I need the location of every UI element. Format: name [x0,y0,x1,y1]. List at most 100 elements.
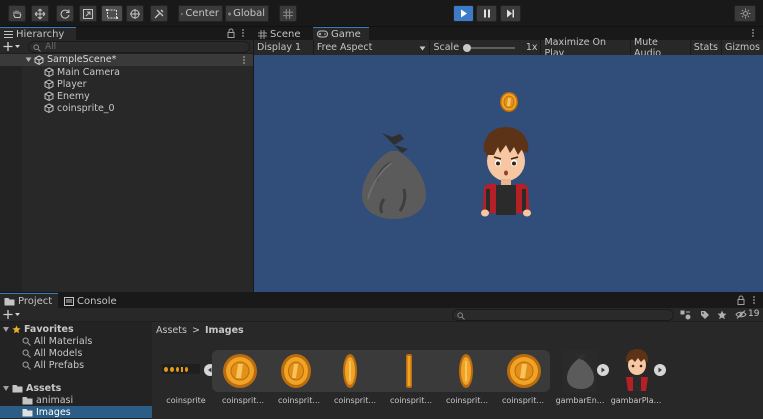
favorite-all-materials[interactable]: All Materials [22,336,92,347]
project-panel: Project Console 19 Favorites All Materia… [0,293,763,419]
gameobject-cube-icon [44,91,54,101]
player-sprite-thumbnail[interactable] [622,348,652,392]
tab-hierarchy[interactable]: Hierarchy [0,27,76,40]
stats-toggle[interactable]: Stats [691,42,721,53]
enemy-sprite-thumbnail[interactable] [563,350,597,392]
breadcrumb-current: Images [204,325,244,336]
rotate-icon [60,9,70,19]
favorites-label: Favorites [24,324,74,335]
display-dropdown[interactable]: Display 1 [254,42,313,53]
hidden-packages-toggle[interactable]: 19 [735,309,759,319]
favorite-all-models[interactable]: All Models [22,348,82,359]
main-toolbar: Center Global [0,0,763,27]
hierarchy-item-enemy[interactable]: Enemy [44,90,90,102]
hierarchy-tab-label: Hierarchy [16,28,65,40]
play-icon [460,9,467,18]
gameobject-cube-icon [44,79,54,89]
chevron-right-icon [658,367,662,373]
transform-tool-button[interactable] [126,5,144,22]
hierarchy-item-coinsprite[interactable]: coinsprite_0 [44,102,115,114]
scene-row[interactable]: SampleScene* [0,54,253,66]
more-menu-icon[interactable] [241,28,247,39]
scale-slider[interactable]: Scale 1x [430,42,540,53]
create-add-button[interactable] [3,40,23,53]
pause-button[interactable] [476,5,497,22]
favorites-header[interactable]: Favorites [3,324,74,335]
rect-tool-button[interactable] [101,5,123,22]
hierarchy-item-main-camera[interactable]: Main Camera [44,66,120,78]
services-button[interactable] [734,5,756,22]
play-button[interactable] [453,5,474,22]
hand-tool-button[interactable] [8,5,26,22]
grid-snap-button[interactable] [279,5,297,22]
list-icon [4,30,13,38]
coin-frame-thumbnail[interactable] [458,353,474,389]
folder-icon [22,409,33,417]
coin-frame-thumbnail[interactable] [280,353,312,389]
folder-label: animasi [36,395,74,406]
tab-game[interactable]: Game [313,27,369,40]
unity-scene-icon [34,55,44,65]
scale-track[interactable] [463,43,516,52]
folder-images[interactable]: Images [22,407,71,418]
game-view[interactable] [254,55,763,292]
asset-label: coinsprite [166,396,206,405]
chevron-right-icon [601,367,605,373]
gameobject-cube-icon [44,67,54,77]
favorite-all-prefabs[interactable]: All Prefabs [22,360,84,371]
project-lock-icon[interactable] [737,295,747,306]
breadcrumb-root[interactable]: Assets [156,325,187,336]
gizmos-toggle[interactable]: Gizmos [722,42,763,53]
hierarchy-search-input[interactable]: All [28,41,250,53]
grid-icon [283,8,293,19]
gamepad-icon [317,30,328,38]
hierarchy-item-label: Enemy [57,90,90,102]
project-more-menu-icon[interactable] [752,295,758,306]
star-icon[interactable] [717,310,727,320]
label-tag-icon[interactable] [700,310,710,320]
expand-enemy-button[interactable] [597,364,609,376]
scale-tool-button[interactable] [79,5,97,22]
player-character-sprite [481,127,531,217]
expand-player-button[interactable] [654,364,666,376]
game-more-menu-icon[interactable] [751,28,757,39]
space-label: Global [233,8,265,19]
tab-project[interactable]: Project [0,293,58,308]
rotate-tool-button[interactable] [56,5,74,22]
move-tool-button[interactable] [31,5,49,22]
space-global-toggle[interactable]: Global [225,5,269,22]
coin-frame-thumbnail[interactable] [506,353,542,389]
hierarchy-item-player[interactable]: Player [44,78,87,90]
aspect-dropdown[interactable]: Free Aspect [314,42,430,53]
hierarchy-item-label: Main Camera [57,66,120,78]
search-icon [22,349,31,358]
project-search-input[interactable] [452,309,674,321]
coin-frame-thumbnail[interactable] [222,353,258,389]
assets-folder-header[interactable]: Assets [3,383,61,394]
folder-icon [22,397,33,405]
game-panel: Scene Game Display 1 Free Aspect Scale 1… [254,27,763,292]
project-create-button[interactable] [3,308,23,321]
asset-label: coinsprit... [277,396,321,405]
search-by-type-icon[interactable] [680,310,691,320]
folder-animasi[interactable]: animasi [22,395,73,406]
asset-label: coinsprit... [501,396,545,405]
scene-more-icon[interactable] [242,55,246,65]
coinsprite-sheet-thumbnail[interactable] [162,364,200,374]
hierarchy-toolbar: All [0,40,253,54]
step-button[interactable] [500,5,521,22]
custom-tool-button[interactable] [150,5,168,22]
asset-label: gambarEn... [555,396,605,405]
tools-wrench-icon [154,9,164,18]
tab-console[interactable]: Console [60,293,124,308]
tab-scene[interactable]: Scene [254,27,312,40]
pivot-center-toggle[interactable]: Center [178,5,223,22]
coin-frame-thumbnail[interactable] [405,353,413,389]
lock-icon[interactable] [227,28,237,39]
scale-thumb[interactable] [463,43,472,52]
coin-frame-thumbnail[interactable] [342,353,358,389]
favorite-label: All Materials [34,336,93,347]
aspect-value: Free Aspect [316,42,373,53]
hidden-count: 19 [748,309,760,319]
expand-arrow-icon[interactable] [25,57,32,63]
